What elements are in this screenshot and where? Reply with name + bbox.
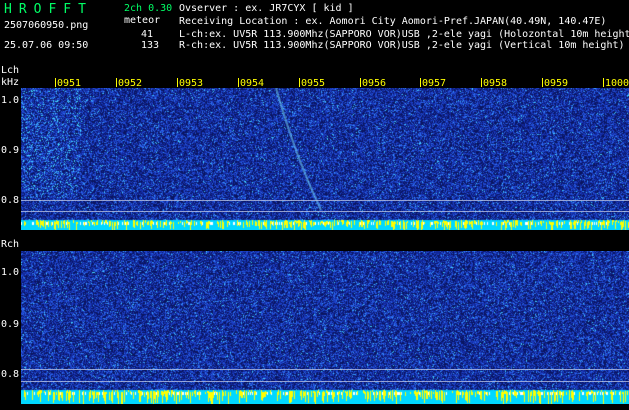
time-tick-mark xyxy=(116,78,117,87)
file-name: 2507060950.png xyxy=(4,20,89,31)
datetime-label: 25.07.06 09:50 xyxy=(4,40,89,51)
rch-freq-tick: 0.8 xyxy=(1,369,20,380)
app-logo: HROFFT xyxy=(4,2,93,17)
time-tick-mark xyxy=(299,78,300,87)
lch-freq-tick: 1.0 xyxy=(1,95,20,106)
time-tick-mark xyxy=(481,78,482,87)
lch-reference-line xyxy=(21,200,629,201)
lch-spectrogram xyxy=(21,88,629,230)
lch-freq-tick: 0.8 xyxy=(1,195,20,206)
time-tick-mark xyxy=(360,78,361,87)
rch-freq-tick: 0.9 xyxy=(1,319,20,330)
time-tick-mark xyxy=(542,78,543,87)
lch-label: Lch xyxy=(1,65,20,76)
time-tick-mark xyxy=(238,78,239,87)
rch-description: R-ch:ex. UV5R 113.900Mhz(SAPPORO VOR)USB… xyxy=(179,40,625,51)
time-tick-mark xyxy=(55,78,56,87)
lch-freq-tick: 0.9 xyxy=(1,145,20,156)
mode-label: meteor xyxy=(124,15,161,26)
location-info: Receiving Location : ex. Aomori City Aom… xyxy=(179,16,607,27)
lch-reference-line xyxy=(21,211,629,212)
lch-unit-label: kHz xyxy=(1,77,20,88)
observer-info: Ovserver : ex. JR7CYX [ kid ] xyxy=(179,3,354,14)
rch-label: Rch xyxy=(1,239,20,250)
rch-reference-line xyxy=(21,369,629,370)
rch-reference-line xyxy=(21,381,629,382)
rch-count: 133 xyxy=(141,40,160,51)
lch-count: 41 xyxy=(141,29,154,40)
time-tick-mark xyxy=(420,78,421,87)
lch-description: L-ch:ex. UV5R 113.900Mhz(SAPPORO VOR)USB… xyxy=(179,29,629,40)
rch-freq-tick: 1.0 xyxy=(1,267,20,278)
time-tick-mark xyxy=(177,78,178,87)
version-label: 2ch 0.30 xyxy=(124,3,173,14)
time-tick-mark xyxy=(603,78,604,87)
